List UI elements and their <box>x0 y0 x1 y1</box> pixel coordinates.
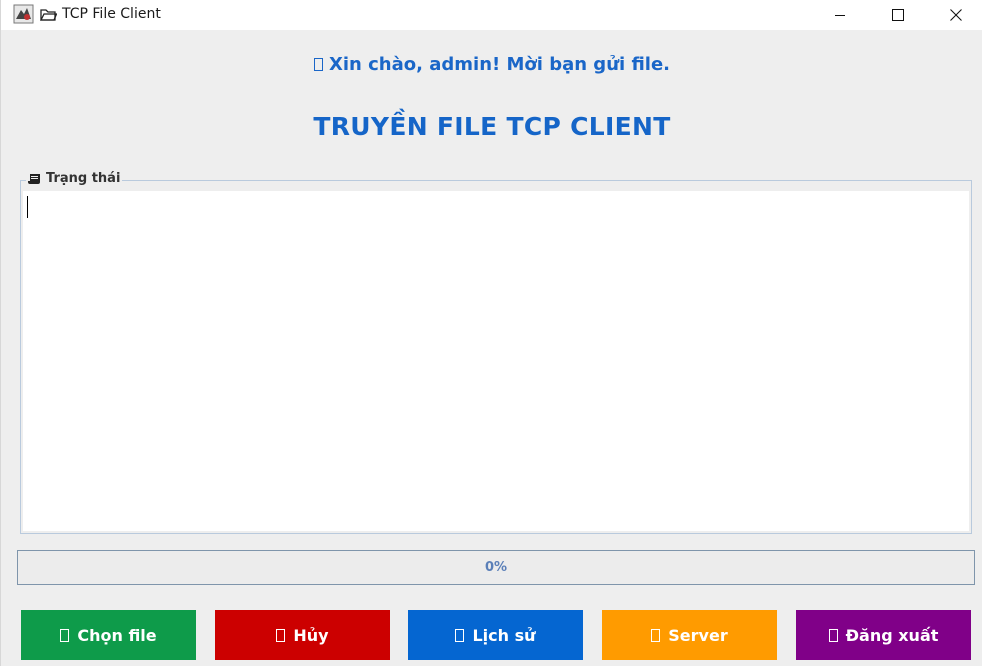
choose-file-button[interactable]: Chọn file <box>21 610 196 660</box>
cancel-label: Hủy <box>293 625 329 645</box>
title-bar[interactable]: TCP File Client <box>1 0 982 30</box>
status-legend: Trạng thái <box>26 171 123 186</box>
close-icon <box>950 9 962 21</box>
cancel-button[interactable]: Hủy <box>215 610 390 660</box>
cancel-glyph-icon <box>276 628 286 642</box>
history-label: Lịch sử <box>472 625 536 645</box>
status-log-textarea[interactable] <box>23 191 969 531</box>
minimize-button[interactable] <box>817 0 863 30</box>
server-glyph-icon <box>651 628 661 642</box>
history-glyph-icon <box>455 628 465 642</box>
progress-label: 0% <box>484 560 508 575</box>
close-button[interactable] <box>933 0 979 30</box>
choose-file-glyph-icon <box>60 628 70 642</box>
progress-bar: 0% <box>17 550 975 585</box>
history-button[interactable]: Lịch sử <box>408 610 583 660</box>
greeting-label: Xin chào, admin! Mời bạn gửi file. <box>1 54 982 75</box>
server-button[interactable]: Server <box>602 610 777 660</box>
logout-glyph-icon <box>828 628 838 642</box>
text-caret <box>27 196 28 218</box>
logout-label: Đăng xuất <box>845 625 939 645</box>
minimize-icon <box>835 15 845 16</box>
choose-file-label: Chọn file <box>77 625 157 645</box>
logout-button[interactable]: Đăng xuất <box>796 610 971 660</box>
java-app-icon <box>13 4 34 24</box>
folder-icon <box>40 9 57 21</box>
scroll-icon <box>28 173 40 184</box>
app-window: TCP File Client Xin chào, admin! Mời bạn… <box>0 0 982 666</box>
maximize-button[interactable] <box>875 0 921 30</box>
server-label: Server <box>668 625 728 645</box>
page-title: TRUYỀN FILE TCP CLIENT <box>313 112 671 141</box>
window-title: TCP File Client <box>62 6 161 22</box>
maximize-icon <box>892 9 904 21</box>
greeting-glyph-icon <box>314 58 323 71</box>
greeting-text: Xin chào, admin! Mời bạn gửi file. <box>329 54 670 75</box>
status-legend-label: Trạng thái <box>46 171 121 186</box>
